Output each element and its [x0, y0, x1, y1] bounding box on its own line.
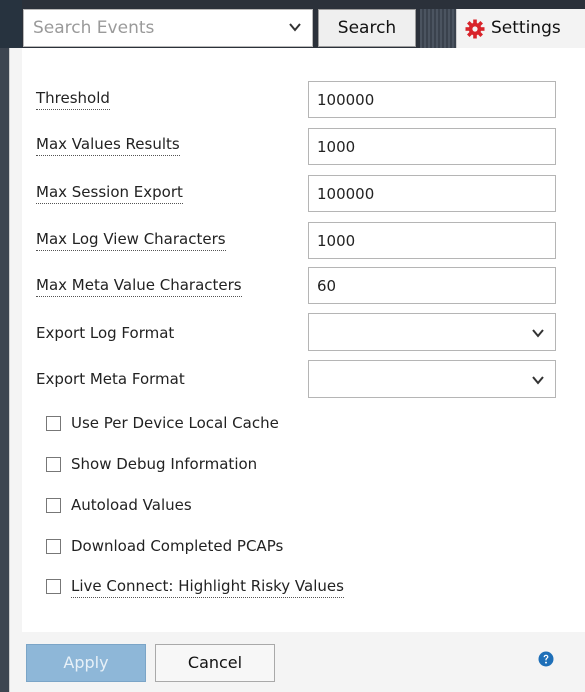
threshold-label: Threshold	[36, 89, 110, 110]
checkbox-label[interactable]: Show Debug Information	[71, 455, 257, 473]
max-log-view-characters-input[interactable]	[308, 222, 556, 259]
export-meta-format-select[interactable]	[308, 360, 556, 398]
checkbox[interactable]	[46, 498, 61, 513]
chevron-down-icon[interactable]	[288, 20, 302, 34]
checkbox-label[interactable]: Download Completed PCAPs	[71, 537, 283, 555]
max-meta-value-characters-label: Max Meta Value Characters	[36, 276, 242, 297]
settings-tab[interactable]: Settings	[456, 9, 585, 48]
gear-icon	[465, 19, 485, 39]
max-meta-value-characters-input[interactable]	[308, 267, 556, 304]
export-log-format-label: Export Log Format	[36, 324, 175, 342]
checkbox-label[interactable]: Autoload Values	[71, 496, 192, 514]
max-log-view-characters-label: Max Log View Characters	[36, 230, 226, 251]
search-events-combobox[interactable]	[23, 9, 313, 47]
left-edge	[0, 48, 9, 692]
toolbar-edge	[0, 0, 22, 48]
search-input[interactable]	[24, 10, 274, 46]
checkbox[interactable]	[46, 579, 61, 594]
checkbox-label[interactable]: Live Connect: Highlight Risky Values	[71, 577, 344, 598]
max-values-results-label: Max Values Results	[36, 135, 180, 156]
top-toolbar: Search Settings	[0, 0, 585, 48]
apply-button[interactable]: Apply	[26, 644, 146, 682]
help-icon[interactable]	[538, 651, 554, 667]
checkbox[interactable]	[46, 457, 61, 472]
checkbox-label[interactable]: Use Per Device Local Cache	[71, 414, 279, 432]
chevron-down-icon	[532, 376, 544, 385]
checkbox[interactable]	[46, 539, 61, 554]
chevron-down-icon	[532, 329, 544, 338]
toolbar-separator	[420, 9, 456, 48]
threshold-input[interactable]	[308, 81, 556, 118]
search-button[interactable]: Search	[318, 9, 416, 47]
export-log-format-select[interactable]	[308, 313, 556, 351]
max-session-export-input[interactable]	[308, 175, 556, 212]
checkbox[interactable]	[46, 416, 61, 431]
cancel-button[interactable]: Cancel	[155, 644, 275, 682]
settings-tab-label: Settings	[491, 18, 561, 38]
max-values-results-input[interactable]	[308, 128, 556, 165]
max-session-export-label: Max Session Export	[36, 183, 183, 204]
export-meta-format-label: Export Meta Format	[36, 370, 185, 388]
